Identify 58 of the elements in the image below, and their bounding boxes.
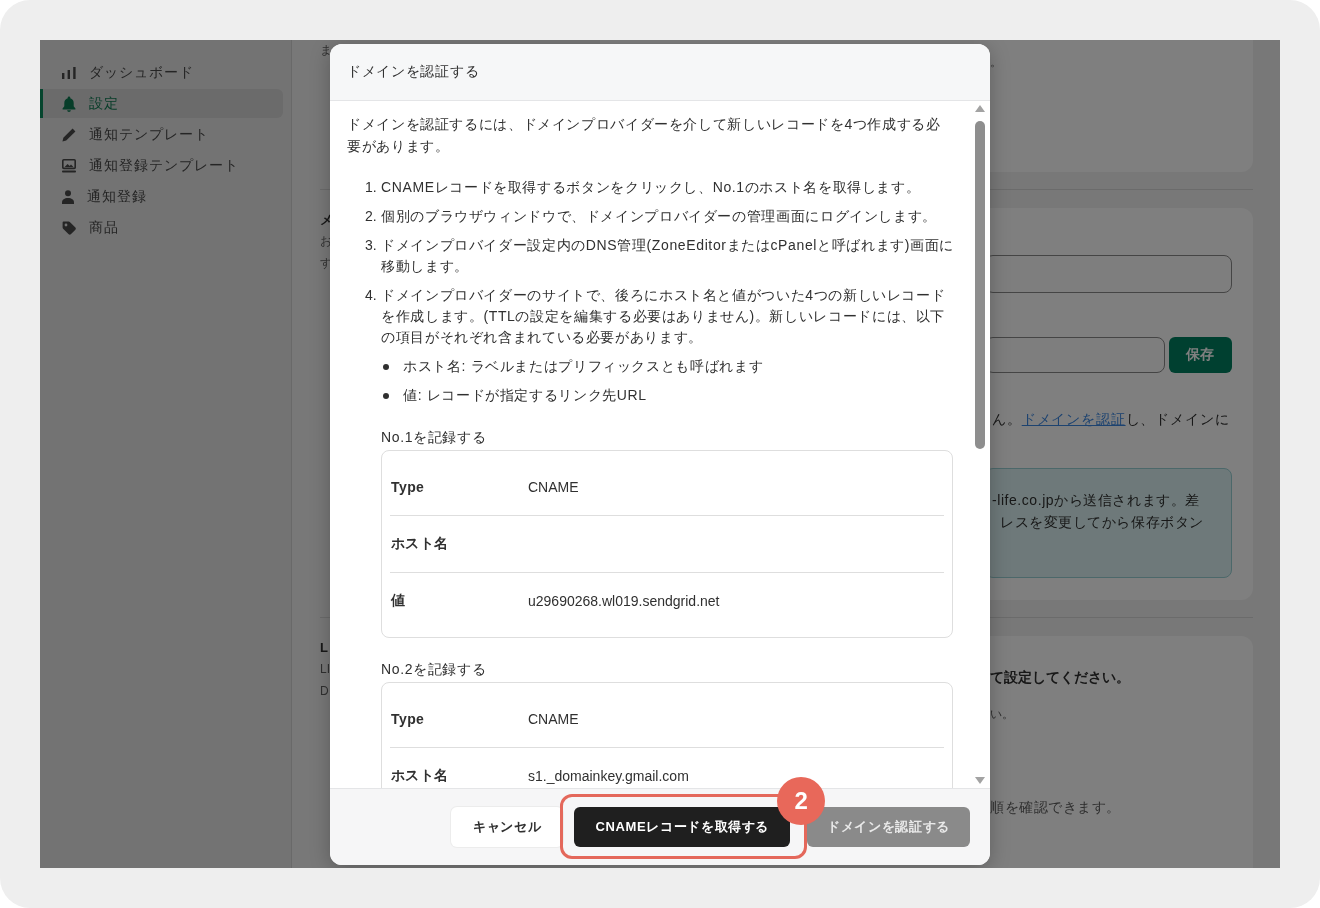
info-text: レスを変更してから保存ボタン (999, 513, 1204, 532)
scroll-up-arrow-icon[interactable] (975, 105, 985, 112)
step-number: 3. (364, 236, 378, 255)
record-label: Type (390, 711, 426, 727)
record-value: u29690268.wl019.sendgrid.net (528, 593, 720, 609)
sidebar-item[interactable]: 設定 (40, 89, 283, 118)
record-title: No.1を記録する (381, 428, 487, 447)
record-value: CNAME (528, 711, 579, 727)
section-description: ま (320, 42, 332, 59)
section-title: L (320, 639, 328, 657)
verify-domain-link[interactable]: ドメインを認証 (1021, 411, 1126, 427)
scrollbar-thumb[interactable] (975, 121, 985, 449)
section-description: D (320, 683, 329, 700)
dialog-button[interactable]: キャンセル (451, 807, 564, 847)
tag-icon (62, 220, 76, 235)
step-text: ドメインプロバイダー設定内のDNS管理(ZoneEditorまたはcPanelと呼ばれます)画面に移動します。 (381, 236, 956, 276)
dialog-title: ドメインを認証する (347, 63, 480, 81)
bullet-icon (383, 392, 389, 399)
bullet-text: ホスト名: ラベルまたはプリフィックスとも呼ばれます (403, 357, 764, 376)
sidebar-item[interactable]: ダッシュボード (40, 58, 283, 87)
record-label: 値 (390, 592, 407, 610)
sidebar-item[interactable]: 通知テンプレート (40, 120, 283, 149)
step-number: 1. (364, 178, 378, 197)
section-description: す (320, 255, 332, 272)
step-text: ドメインプロバイダーのサイトで、後ろにホスト名と値がついた4つの新しいレコードを作成します。(TTLの設定を編集する必要はありません)。新しいレコードには、以下の項目がそれぞれ含まれている必要があります。 (381, 286, 947, 347)
step-number: 4. (364, 286, 378, 305)
section-description: LI (320, 661, 330, 678)
section-description: お (320, 233, 332, 250)
record-title: No.2を記録する (381, 660, 487, 679)
step-number: 2. (364, 207, 378, 226)
step-text: 個別のブラウザウィンドウで、ドメインプロバイダーの管理画面にログインします。 (381, 207, 938, 226)
scroll-down-arrow-icon[interactable] (975, 777, 985, 784)
intro-text: ドメインを認証するには、ドメインプロバイダーを介して新しいレコードを4つ作成する必要があります。 (347, 115, 942, 156)
step-text: CNAMEレコードを取得するボタンをクリックし、No.1のホスト名を取得します。 (381, 178, 922, 197)
sidebar-item[interactable]: 通知登録 (40, 182, 283, 211)
sidebar-item[interactable]: 商品 (40, 213, 283, 242)
record-value: s1._domainkey.gmail.com (528, 768, 689, 784)
sidebar-item[interactable]: 通知登録テンプレート (40, 151, 283, 180)
bullet-text: 値: レコードが指定するリンク先URL (403, 386, 647, 405)
record-label: ホスト名 (390, 535, 450, 553)
section-title: メ (320, 211, 333, 229)
pencil-icon (62, 127, 76, 142)
card-heading: て設定してください。 (989, 668, 1130, 687)
card-help-text: 順を確認できます。 (989, 798, 1122, 817)
info-text: -life.co.jpから送信されます。差 (992, 491, 1200, 510)
record-label: ホスト名 (390, 767, 450, 785)
dialog-button[interactable]: CNAMEレコードを取得する (574, 807, 791, 847)
image-monitor-icon (62, 158, 76, 173)
bell-icon (62, 95, 76, 112)
record-value: CNAME (528, 479, 579, 495)
card-hint: い。 (989, 706, 1014, 723)
save-button[interactable]: 保存 (1169, 337, 1232, 373)
bar-chart-icon (62, 66, 76, 79)
person-icon (62, 189, 74, 204)
record-label: Type (390, 479, 426, 495)
card-text: 。 (989, 54, 1002, 71)
step-number-marker: 2 (777, 777, 826, 825)
bullet-icon (383, 363, 389, 370)
